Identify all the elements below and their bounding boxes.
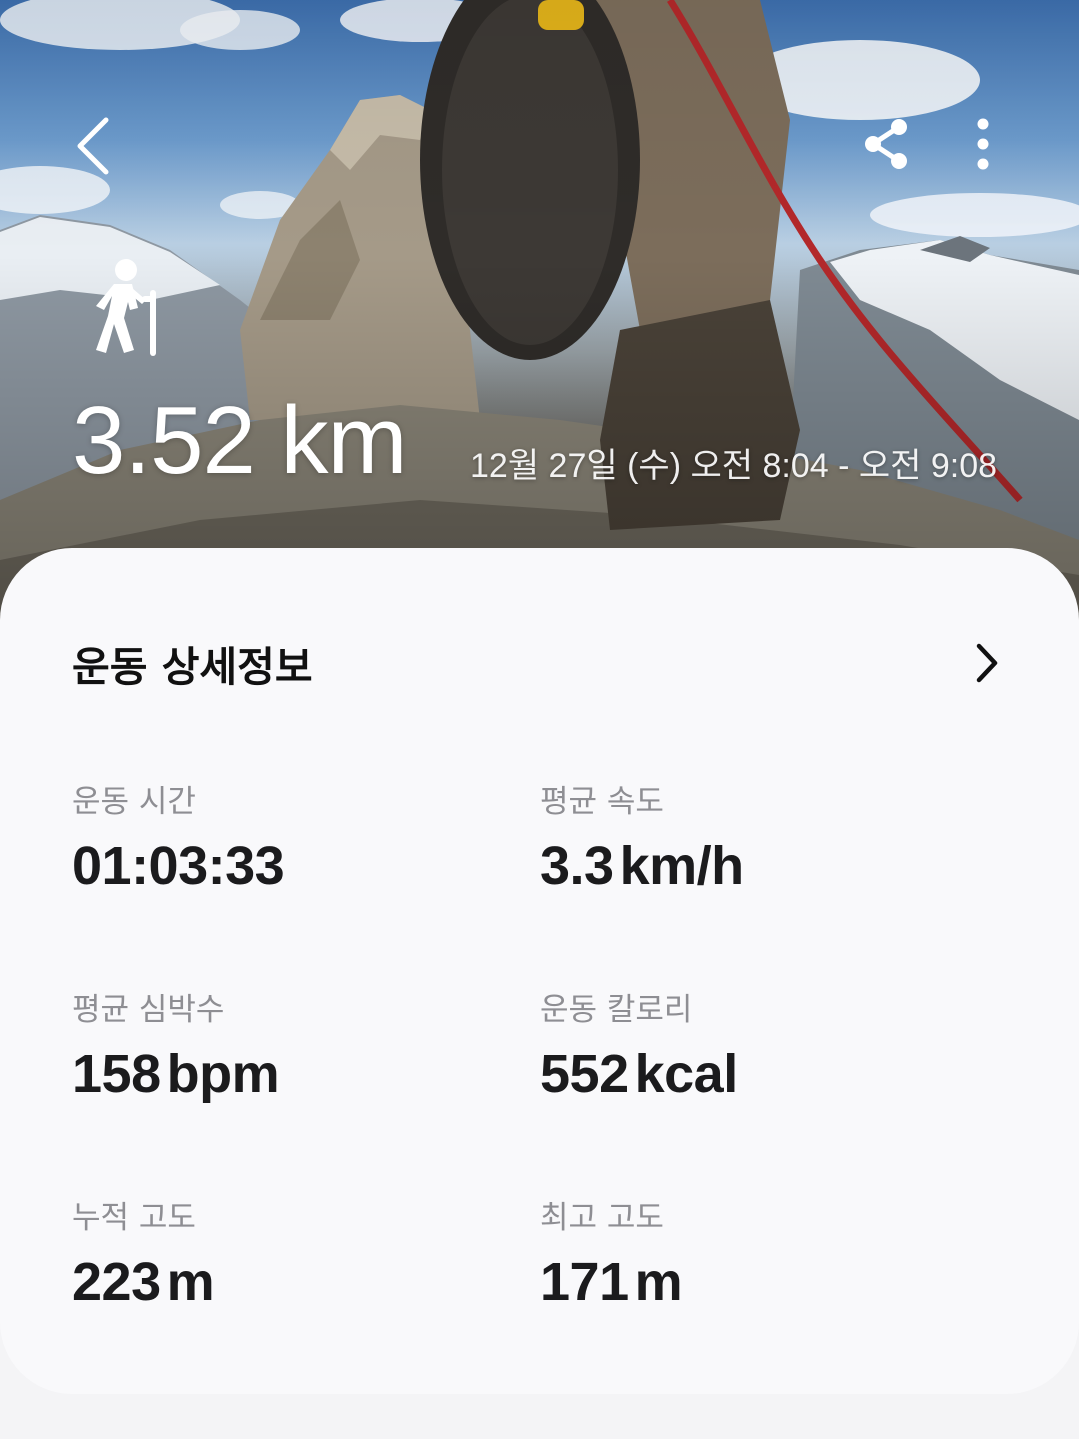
share-button[interactable] [856,112,916,176]
stat-label: 최고 고도 [540,1200,664,1236]
stat-value: 171 m [540,1251,960,1313]
share-icon [865,119,907,169]
stat-max-elevation: 최고 고도 171 m [540,1192,960,1313]
stat-number: 3.3 [540,836,614,896]
workout-details-title: 운동 상세정보 [72,643,313,691]
stat-value: 01:03:33 [72,835,492,897]
workout-details-header[interactable]: 운동 상세정보 [72,628,1012,698]
workout-detail-screen: 3.52 km 12월 27일 (수) 오전 8:04 - 오전 9:08 운동… [0,0,1079,1439]
stat-number: 223 [72,1252,161,1312]
stat-workout-time: 운동 시간 01:03:33 [72,776,492,897]
stat-label: 운동 시간 [72,784,196,820]
chevron-right-icon [976,643,998,683]
stat-number: 01:03:33 [72,836,285,896]
stat-unit: km/h [619,836,745,896]
stat-value: 223 m [72,1251,492,1313]
stat-number: 171 [540,1252,629,1312]
stat-unit: m [166,1252,215,1312]
stat-cumulative-elevation: 누적 고도 223 m [72,1192,492,1313]
workout-distance: 3.52 km [72,387,407,494]
back-button[interactable] [62,110,126,182]
stat-label: 평균 속도 [540,784,664,820]
stat-unit: bpm [166,1044,280,1104]
stat-value: 552 kcal [540,1043,960,1105]
stat-number: 158 [72,1044,161,1104]
stat-average-speed: 평균 속도 3.3 km/h [540,776,960,897]
stat-unit: kcal [634,1044,739,1104]
stat-label: 운동 칼로리 [540,992,693,1028]
workout-datetime: 12월 27일 (수) 오전 8:04 - 오전 9:08 [470,447,998,485]
stat-unit: m [634,1252,683,1312]
back-arrow-icon [77,117,109,175]
stat-calories: 운동 칼로리 552 kcal [540,984,960,1105]
stat-label: 평균 심박수 [72,992,225,1028]
more-options-button[interactable] [960,112,1006,176]
more-options-icon [977,118,989,170]
stat-average-heart-rate: 평균 심박수 158 bpm [72,984,492,1105]
stat-value: 158 bpm [72,1043,492,1105]
stat-value: 3.3 km/h [540,835,960,897]
hiking-icon [86,258,166,358]
stat-number: 552 [540,1044,629,1104]
workout-details-chevron-button[interactable] [962,633,1012,693]
stat-label: 누적 고도 [72,1200,196,1236]
